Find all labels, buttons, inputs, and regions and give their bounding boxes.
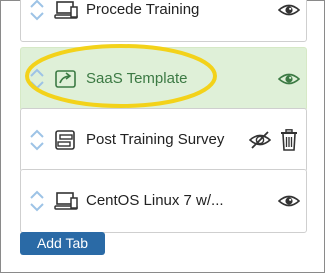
sort-handle-icon[interactable] bbox=[29, 128, 45, 152]
tab-title: CentOS Linux 7 w/... bbox=[86, 192, 224, 209]
eye-slash-icon[interactable] bbox=[249, 131, 271, 149]
sort-handle-icon[interactable] bbox=[29, 0, 45, 22]
tab-title: SaaS Template bbox=[86, 70, 188, 87]
tab-title: Post Training Survey bbox=[86, 131, 225, 148]
trash-icon[interactable] bbox=[280, 129, 298, 151]
tab-item-post-training-survey[interactable]: Post Training Survey bbox=[20, 108, 307, 172]
tab-item-centos-linux[interactable]: CentOS Linux 7 w/... bbox=[20, 169, 307, 233]
eye-icon[interactable] bbox=[278, 1, 300, 19]
tab-manager-panel: Procede Training SaaS Template Post Trai… bbox=[0, 0, 325, 273]
external-link-icon bbox=[55, 70, 76, 88]
sort-handle-icon[interactable] bbox=[29, 67, 45, 91]
tab-title: Procede Training bbox=[86, 1, 200, 18]
sort-handle-icon[interactable] bbox=[29, 189, 45, 213]
tab-item-procede-training[interactable]: Procede Training bbox=[20, 0, 307, 42]
eye-icon[interactable] bbox=[278, 70, 300, 88]
eye-icon[interactable] bbox=[278, 192, 300, 210]
add-tab-button[interactable]: Add Tab bbox=[20, 232, 105, 255]
monitor-icon bbox=[54, 1, 78, 19]
monitor-icon bbox=[54, 192, 78, 210]
tab-item-saas-template[interactable]: SaaS Template bbox=[20, 47, 307, 111]
form-icon bbox=[55, 130, 75, 150]
